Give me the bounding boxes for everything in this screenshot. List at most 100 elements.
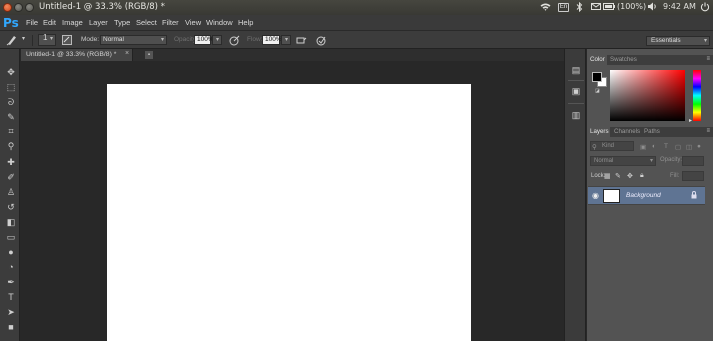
flow-input[interactable]: 100% [262, 35, 282, 45]
healing-brush-tool-icon[interactable]: ✚ [5, 157, 17, 168]
rectangle-tool-icon[interactable]: ■ [5, 322, 17, 333]
filter-pixel-icon[interactable]: ▣ [640, 143, 646, 151]
lock-transparent-icon[interactable]: ▦ [604, 172, 611, 180]
window-maximize-button[interactable] [25, 3, 34, 12]
chevron-down-icon: ▾ [703, 38, 707, 44]
filter-type-icon[interactable]: T [664, 143, 668, 150]
foreground-color-swatch[interactable] [592, 72, 602, 82]
opacity-dropdown[interactable]: ▾ [212, 35, 222, 45]
battery-icon[interactable] [603, 2, 615, 13]
filter-toggle-icon[interactable]: ● [697, 143, 701, 150]
hue-slider-marker-icon[interactable]: ▸ [689, 117, 692, 124]
layer-opacity-input[interactable] [682, 156, 704, 166]
gradient-tool-icon[interactable]: ▭ [5, 232, 17, 243]
tab-menu-icon[interactable]: ▪ [145, 51, 153, 59]
mode-select[interactable]: Normal ▾ [100, 35, 167, 45]
layer-row-background[interactable]: ◉ Background [588, 186, 705, 205]
menu-image[interactable]: Image [62, 18, 83, 27]
keyboard-layout-indicator[interactable]: En [558, 3, 569, 12]
lock-image-icon[interactable]: ✎ [615, 172, 621, 180]
menu-edit[interactable]: Edit [43, 18, 56, 27]
menu-file[interactable]: File [26, 18, 38, 27]
separator [32, 35, 33, 46]
fill-input[interactable] [682, 171, 704, 181]
tab-swatches[interactable]: Swatches [610, 56, 637, 63]
document-canvas[interactable] [107, 84, 471, 341]
layer-thumbnail [603, 189, 620, 203]
eyedropper-tool-icon[interactable]: ⚲ [5, 141, 17, 152]
mail-icon[interactable] [591, 2, 601, 13]
color-spectrum-field[interactable] [610, 70, 685, 121]
brush-tool-preset-icon[interactable] [6, 34, 18, 48]
fill-label: Fill: [670, 173, 680, 179]
filter-smart-object-icon[interactable]: ◫ [686, 143, 692, 151]
close-icon[interactable]: × [125, 50, 129, 57]
clock[interactable]: 9:42 AM [663, 2, 696, 11]
brush-preset-picker[interactable]: 1 ▾ [38, 34, 56, 46]
history-panel-icon[interactable]: ▤ [570, 64, 582, 76]
brush-panel-toggle-icon[interactable] [62, 35, 72, 47]
menu-view[interactable]: View [185, 18, 201, 27]
brush-tool-icon[interactable]: ✐ [5, 172, 17, 183]
lasso-tool-icon[interactable]: ᘐ [5, 97, 17, 108]
blur-tool-icon[interactable]: ● [5, 247, 17, 258]
pen-tool-icon[interactable]: ✒ [5, 277, 17, 288]
libraries-panel-icon[interactable]: ▥ [570, 109, 582, 121]
layer-name[interactable]: Background [626, 192, 661, 199]
hue-slider[interactable] [693, 70, 701, 121]
type-tool-icon[interactable]: T [5, 292, 17, 303]
crop-tool-icon[interactable]: ⌗ [5, 126, 17, 137]
document-tab-bar: Untitled-1 @ 33.3% (RGB/8) * × ▪ [21, 49, 564, 61]
flow-dropdown[interactable]: ▾ [281, 35, 291, 45]
volume-icon[interactable] [647, 2, 657, 13]
tool-preset-dropdown-arrow-icon[interactable]: ▾ [22, 35, 25, 42]
history-brush-tool-icon[interactable]: ↺ [5, 202, 17, 213]
menu-window[interactable]: Window [206, 18, 233, 27]
document-tab[interactable]: Untitled-1 @ 33.3% (RGB/8) * × [21, 49, 133, 61]
marquee-tool-icon[interactable]: ⬚ [5, 82, 17, 93]
move-tool-icon[interactable]: ✥ [5, 67, 17, 78]
clone-stamp-tool-icon[interactable]: ♙ [5, 187, 17, 198]
blend-mode-select[interactable]: Normal ▾ [590, 156, 656, 166]
menu-type[interactable]: Type [114, 18, 130, 27]
power-icon[interactable] [700, 2, 710, 14]
menu-help[interactable]: Help [238, 18, 253, 27]
menu-layer[interactable]: Layer [89, 18, 108, 27]
filter-shape-icon[interactable]: ▢ [675, 143, 681, 151]
chevron-down-icon: ▾ [649, 158, 653, 164]
visibility-eye-icon[interactable]: ◉ [592, 191, 599, 200]
panel-menu-icon[interactable]: ≡ [706, 128, 710, 134]
window-close-button[interactable] [3, 3, 12, 12]
filter-adjustment-icon[interactable]: ◐ [652, 143, 656, 150]
opacity-input[interactable]: 100% [194, 35, 214, 45]
pressure-size-icon[interactable] [316, 35, 327, 48]
lock-all-icon[interactable]: 🔒︎ [640, 172, 644, 180]
wifi-icon[interactable] [540, 2, 551, 14]
separator [568, 103, 584, 104]
tab-paths[interactable]: Paths [644, 128, 660, 135]
pressure-opacity-icon[interactable] [229, 35, 240, 48]
lock-icon [691, 191, 697, 201]
lock-position-icon[interactable]: ✥ [627, 172, 633, 180]
chevron-down-icon: ▾ [160, 37, 164, 43]
properties-panel-icon[interactable]: ▣ [570, 85, 582, 97]
path-selection-tool-icon[interactable]: ➤ [5, 307, 17, 318]
quick-selection-tool-icon[interactable]: ✎ [5, 112, 17, 123]
workspace-switcher[interactable]: Essentials ▾ [646, 36, 710, 46]
default-colors-icon[interactable]: ◪ [595, 88, 600, 94]
tab-layers[interactable]: Layers [590, 128, 609, 135]
tools-panel: ✥ ⬚ ᘐ ✎ ⌗ ⚲ ✚ ✐ ♙ ↺ ◧ ▭ ● ◔ ✒ T ➤ ■ [0, 49, 20, 341]
menu-select[interactable]: Select [136, 18, 157, 27]
tab-color[interactable]: Color [590, 56, 605, 63]
window-minimize-button[interactable] [14, 3, 23, 12]
dodge-tool-icon[interactable]: ◔ [5, 262, 17, 273]
bluetooth-icon[interactable] [576, 1, 583, 14]
photoshop-logo: Ps [3, 16, 19, 30]
eraser-tool-icon[interactable]: ◧ [5, 217, 17, 228]
airbrush-icon[interactable] [296, 35, 307, 48]
color-panel-tabs: Color Swatches ≡ [587, 55, 713, 65]
tab-channels[interactable]: Channels [614, 128, 640, 135]
panel-menu-icon[interactable]: ≡ [706, 56, 710, 62]
collapsed-panel-dock: ▤ ▣ ▥ [564, 49, 586, 341]
menu-filter[interactable]: Filter [162, 18, 179, 27]
